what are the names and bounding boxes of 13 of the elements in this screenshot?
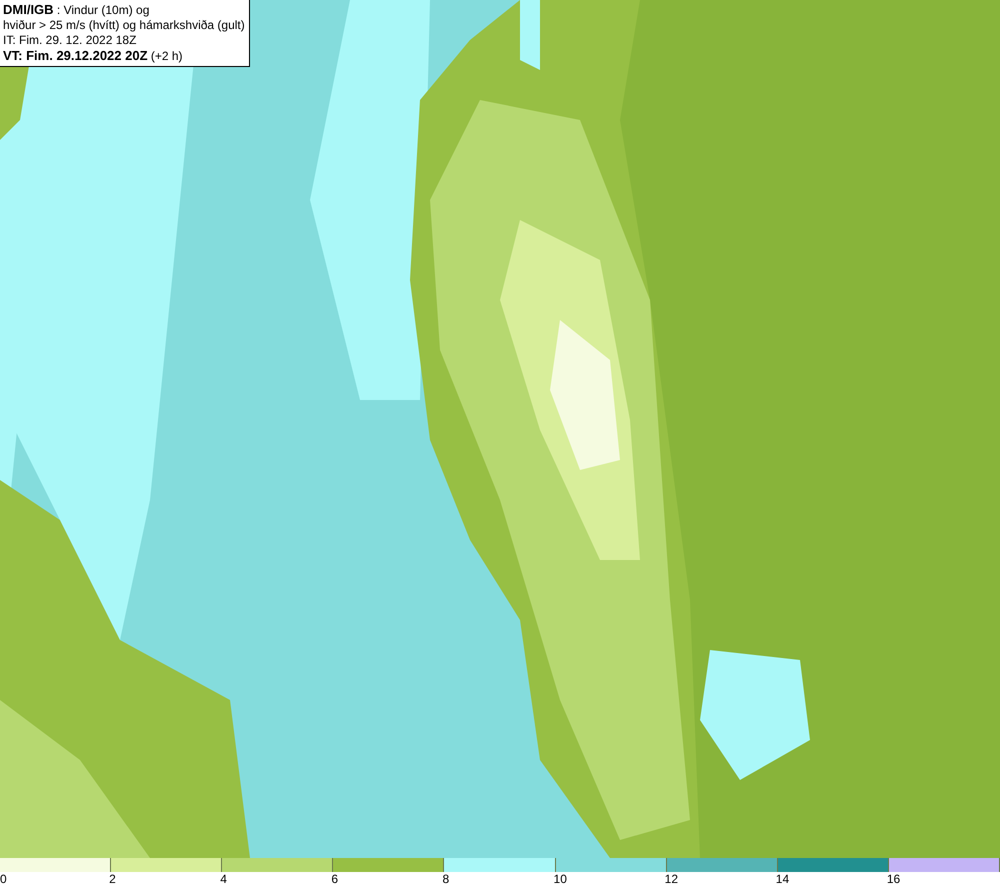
legend-label: 2	[109, 872, 116, 887]
legend-label: 16	[886, 872, 900, 887]
info-text: DMI/IGB : Vindur (10m) og	[3, 2, 150, 18]
legend-label: 8	[442, 872, 450, 887]
legend-label: 0	[0, 872, 7, 887]
info-text: IT: Fim. 29. 12. 2022 18Z	[3, 33, 138, 48]
legend-label: 10	[554, 872, 567, 887]
info-text: hviður > 25 m/s (hvítt) og hámarkshviða (gult)	[3, 18, 245, 33]
legend-label: 12	[664, 872, 678, 887]
legend-label: 4	[220, 872, 227, 887]
info-text: VT: Fim. 29.12.2022 20Z (+2 h)	[3, 48, 184, 64]
legend-label: 6	[331, 872, 338, 887]
legend-label: 14	[776, 872, 790, 887]
